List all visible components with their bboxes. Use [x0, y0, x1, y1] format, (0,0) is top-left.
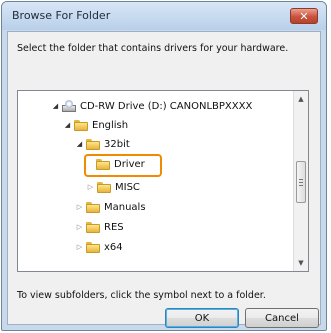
instruction-text: Select the folder that contains drivers …: [17, 43, 289, 54]
tree-item-misc[interactable]: ▷ MISC: [86, 179, 140, 195]
scroll-down-arrow-icon[interactable]: ▼: [294, 256, 308, 270]
folder-icon: [97, 181, 111, 193]
dialog-body: Select the folder that contains drivers …: [7, 31, 321, 328]
tree-item-manuals[interactable]: ▷ Manuals: [75, 199, 146, 215]
close-icon: ✕: [299, 9, 309, 23]
hint-text: To view subfolders, click the symbol nex…: [17, 290, 266, 301]
grip-line: [299, 182, 303, 183]
scrollbar-thumb[interactable]: [296, 161, 306, 203]
browse-for-folder-dialog: Browse For Folder ✕ Select the folder th…: [1, 1, 327, 331]
title-bar[interactable]: Browse For Folder ✕: [2, 2, 326, 30]
tree-item-driver-selected[interactable]: Driver: [84, 154, 162, 177]
tree-item-label: Manuals: [104, 201, 146, 213]
folder-icon: [86, 221, 100, 233]
expanded-arrow-icon[interactable]: ◢: [63, 121, 72, 129]
tree-item-label: RES: [104, 221, 124, 233]
collapsed-arrow-icon[interactable]: ▷: [75, 223, 84, 231]
folder-icon: [86, 138, 100, 150]
close-button[interactable]: ✕: [290, 8, 318, 24]
tree-item-32bit[interactable]: ◢ 32bit: [75, 136, 130, 152]
tree-item-cd-drive[interactable]: ◢ CD-RW Drive (D:) CANONLBPXXXX: [51, 98, 252, 114]
collapsed-arrow-icon[interactable]: ▷: [75, 203, 84, 211]
folder-icon: [86, 241, 100, 253]
expanded-arrow-icon[interactable]: ◢: [75, 140, 84, 148]
cd-drive-icon: [62, 100, 76, 112]
window-title: Browse For Folder: [12, 9, 111, 22]
tree-item-english[interactable]: ◢ English: [63, 117, 128, 133]
collapsed-arrow-icon[interactable]: ▷: [86, 183, 95, 191]
tree-item-label: Driver: [114, 159, 145, 170]
scroll-up-arrow-icon[interactable]: ▲: [294, 92, 308, 106]
cancel-button[interactable]: Cancel: [245, 308, 319, 328]
tree-item-label: English: [92, 119, 129, 131]
grip-line: [299, 179, 303, 180]
expanded-arrow-icon[interactable]: ◢: [51, 102, 60, 110]
tree-item-label: CD-RW Drive (D:) CANONLBPXXXX: [80, 100, 253, 112]
folder-icon: [86, 201, 100, 213]
tree-item-label: 32bit: [104, 138, 130, 150]
grip-line: [299, 185, 303, 186]
tree-item-label: MISC: [115, 181, 140, 193]
folder-icon: [74, 119, 88, 131]
collapsed-arrow-icon[interactable]: ▷: [75, 243, 84, 251]
folder-tree[interactable]: ◢ CD-RW Drive (D:) CANONLBPXXXX ◢ Englis…: [17, 90, 309, 272]
ok-button[interactable]: OK: [165, 308, 239, 328]
tree-item-res[interactable]: ▷ RES: [75, 219, 124, 235]
tree-item-x64[interactable]: ▷ x64: [75, 239, 123, 255]
folder-icon: [96, 159, 110, 170]
vertical-scrollbar[interactable]: ▲ ▼: [293, 91, 308, 271]
tree-item-label: x64: [104, 241, 123, 253]
